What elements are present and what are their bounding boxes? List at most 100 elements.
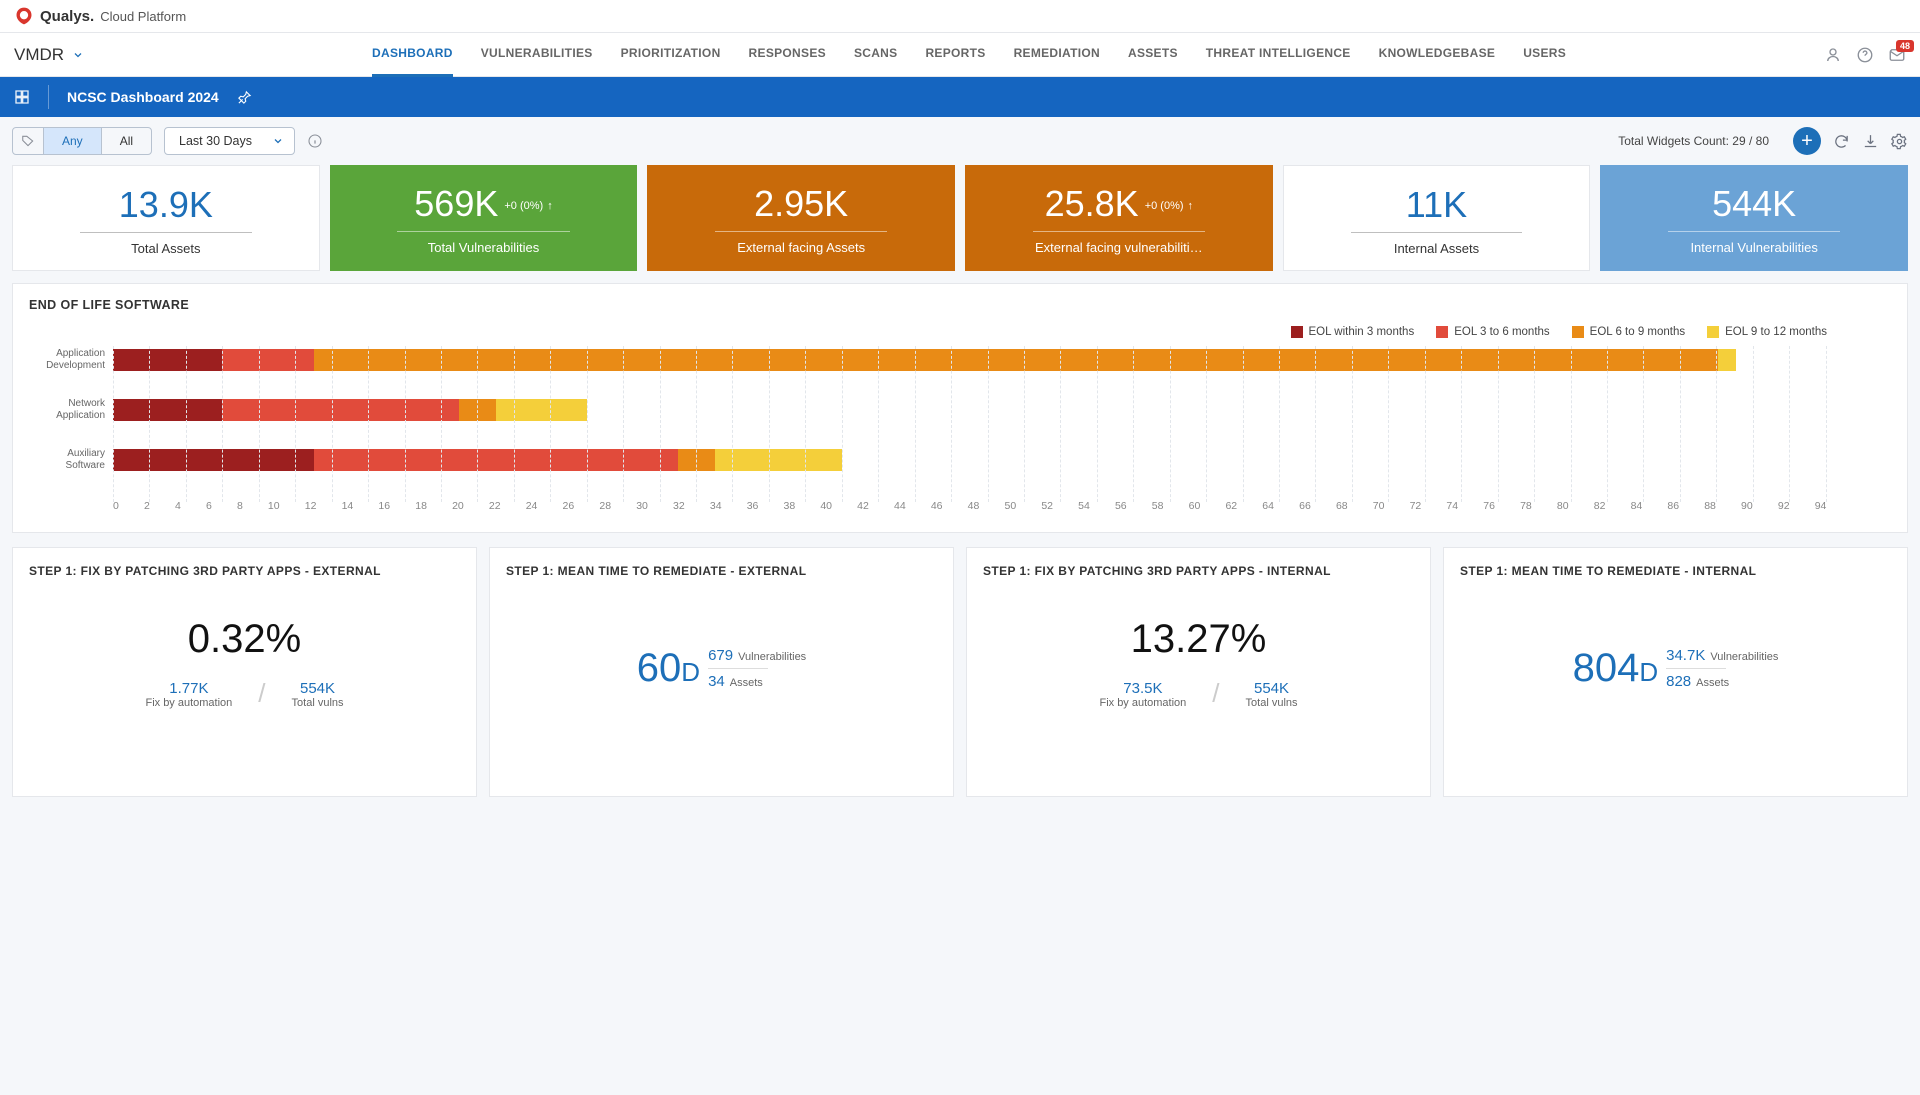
dashboard-widget[interactable]: STEP 1: FIX BY PATCHING 3RD PARTY APPS -… — [12, 547, 477, 797]
eol-category-label: AuxiliarySoftware — [23, 448, 105, 472]
kpi-label: Total Vulnerabilities — [340, 240, 628, 255]
eol-bar-segment[interactable] — [1718, 349, 1736, 371]
nav-tab-vulnerabilities[interactable]: VULNERABILITIES — [481, 32, 593, 77]
nav-tab-threat-intelligence[interactable]: THREAT INTELLIGENCE — [1206, 32, 1351, 77]
kpi-delta: +0 (0%) ↑ — [1145, 200, 1193, 212]
eol-bar-row: AuxiliarySoftware — [113, 446, 1827, 474]
eol-bar-row: ApplicationDevelopment — [113, 346, 1827, 374]
kpi-label: Total Assets — [23, 241, 309, 256]
dashboard-widget[interactable]: STEP 1: MEAN TIME TO REMEDIATE - INTERNA… — [1443, 547, 1908, 797]
kpi-card[interactable]: 569K+0 (0%) ↑ Total Vulnerabilities — [330, 165, 638, 271]
pin-icon[interactable] — [237, 90, 252, 105]
kpi-value: 2.95K — [657, 183, 945, 225]
kpi-card[interactable]: 2.95K External facing Assets — [647, 165, 955, 271]
download-icon[interactable] — [1862, 133, 1879, 150]
nav-tab-users[interactable]: USERS — [1523, 32, 1566, 77]
eol-software-card: END OF LIFE SOFTWARE EOL within 3 months… — [12, 283, 1908, 533]
widget-title: STEP 1: MEAN TIME TO REMEDIATE - EXTERNA… — [506, 564, 937, 578]
module-selector[interactable]: VMDR — [14, 45, 114, 65]
widget-percentage: 0.32% — [188, 617, 301, 662]
nav-tabs: DASHBOARD VULNERABILITIES PRIORITIZATION RE… — [114, 32, 1824, 77]
add-widget-button[interactable]: + — [1793, 127, 1821, 155]
inbox-badge: 48 — [1896, 40, 1914, 52]
tag-match-toggle: Any All — [12, 127, 152, 155]
kpi-label: External facing vulnerabiliti… — [975, 240, 1263, 255]
eol-x-axis: 0246810121416182022242628303234363840424… — [113, 496, 1827, 512]
nav-bar: VMDR DASHBOARD VULNERABILITIES PRIORITIZAT… — [0, 33, 1920, 77]
eol-category-label: NetworkApplication — [23, 398, 105, 422]
eol-bar-segment[interactable] — [314, 349, 1718, 371]
separator — [48, 85, 49, 109]
nav-tab-responses[interactable]: RESPONSES — [749, 32, 826, 77]
eol-bar-segment[interactable] — [222, 349, 313, 371]
kpi-label: External facing Assets — [657, 240, 945, 255]
info-icon[interactable] — [307, 133, 323, 149]
user-icon[interactable] — [1824, 46, 1842, 64]
brand-name: Qualys. — [40, 8, 94, 25]
brand-suffix: Cloud Platform — [100, 9, 186, 24]
kpi-value: 11K — [1294, 184, 1580, 226]
nav-tab-scans[interactable]: SCANS — [854, 32, 898, 77]
eol-bar-segment[interactable] — [715, 449, 843, 471]
kpi-row: 13.9K Total Assets 569K+0 (0%) ↑ Total Vuln… — [0, 165, 1920, 283]
eol-legend: EOL within 3 monthsEOL 3 to 6 monthsEOL … — [13, 326, 1907, 346]
help-icon[interactable] — [1856, 46, 1874, 64]
eol-chart: ApplicationDevelopment NetworkApplication… — [13, 346, 1907, 532]
widget-title: STEP 1: FIX BY PATCHING 3RD PARTY APPS -… — [983, 564, 1414, 578]
dashboard-title: NCSC Dashboard 2024 — [67, 89, 219, 105]
kpi-label: Internal Assets — [1294, 241, 1580, 256]
kpi-card[interactable]: 544K Internal Vulnerabilities — [1600, 165, 1908, 271]
kpi-label: Internal Vulnerabilities — [1610, 240, 1898, 255]
brand-logo: Qualys. Cloud Platform — [14, 6, 186, 26]
qualys-logo-icon — [14, 6, 34, 26]
legend-item: EOL 3 to 6 months — [1436, 326, 1549, 338]
tag-icon — [13, 128, 44, 154]
nav-tab-dashboard[interactable]: DASHBOARD — [372, 32, 453, 77]
dashboard-widget[interactable]: STEP 1: MEAN TIME TO REMEDIATE - EXTERNA… — [489, 547, 954, 797]
nav-tab-remediation[interactable]: REMEDIATION — [1014, 32, 1100, 77]
kpi-value: 25.8K+0 (0%) ↑ — [975, 183, 1263, 225]
kpi-value: 544K — [1610, 183, 1898, 225]
kpi-card[interactable]: 11K Internal Assets — [1283, 165, 1591, 271]
eol-bar-segment[interactable] — [496, 399, 587, 421]
dashboard-title-bar: NCSC Dashboard 2024 — [0, 77, 1920, 117]
kpi-value: 569K+0 (0%) ↑ — [340, 183, 628, 225]
widget-days-value: 804D — [1573, 646, 1659, 691]
eol-bar-segment[interactable] — [222, 399, 459, 421]
dashboard-widget[interactable]: STEP 1: FIX BY PATCHING 3RD PARTY APPS -… — [966, 547, 1431, 797]
widget-title: STEP 1: FIX BY PATCHING 3RD PARTY APPS -… — [29, 564, 460, 578]
tag-option-any[interactable]: Any — [44, 128, 101, 154]
time-range-label: Last 30 Days — [179, 134, 252, 148]
kpi-card[interactable]: 13.9K Total Assets — [12, 165, 320, 271]
tag-option-all[interactable]: All — [101, 128, 151, 154]
eol-bar-segment[interactable] — [314, 449, 679, 471]
module-name: VMDR — [14, 45, 64, 65]
eol-bar-segment[interactable] — [113, 399, 222, 421]
inbox-icon[interactable]: 48 — [1888, 46, 1906, 64]
eol-bar-segment[interactable] — [678, 449, 714, 471]
time-range-selector[interactable]: Last 30 Days — [164, 127, 295, 155]
filter-row: Any All Last 30 Days Total Widgets Count… — [0, 117, 1920, 165]
brand-bar: Qualys. Cloud Platform — [0, 0, 1920, 33]
kpi-value: 13.9K — [23, 184, 309, 226]
refresh-icon[interactable] — [1833, 133, 1850, 150]
chevron-down-icon — [272, 135, 284, 147]
nav-tab-reports[interactable]: REPORTS — [925, 32, 985, 77]
chevron-down-icon — [72, 49, 84, 61]
nav-utility-icons: 48 — [1824, 46, 1906, 64]
eol-bar-segment[interactable] — [113, 349, 222, 371]
eol-bar-segment[interactable] — [113, 449, 314, 471]
nav-tab-knowledgebase[interactable]: KNOWLEDGEBASE — [1379, 32, 1496, 77]
widget-row: STEP 1: FIX BY PATCHING 3RD PARTY APPS -… — [0, 547, 1920, 811]
dashboard-grid-icon[interactable] — [14, 89, 30, 105]
nav-tab-assets[interactable]: ASSETS — [1128, 32, 1178, 77]
legend-item: EOL 9 to 12 months — [1707, 326, 1827, 338]
dashboard-actions: + — [1793, 127, 1908, 155]
eol-category-label: ApplicationDevelopment — [23, 348, 105, 372]
legend-item: EOL 6 to 9 months — [1572, 326, 1685, 338]
eol-bar-segment[interactable] — [459, 399, 495, 421]
kpi-card[interactable]: 25.8K+0 (0%) ↑ External facing vulnerabil… — [965, 165, 1273, 271]
gear-icon[interactable] — [1891, 133, 1908, 150]
nav-tab-prioritization[interactable]: PRIORITIZATION — [621, 32, 721, 77]
eol-card-title: END OF LIFE SOFTWARE — [13, 284, 1907, 326]
